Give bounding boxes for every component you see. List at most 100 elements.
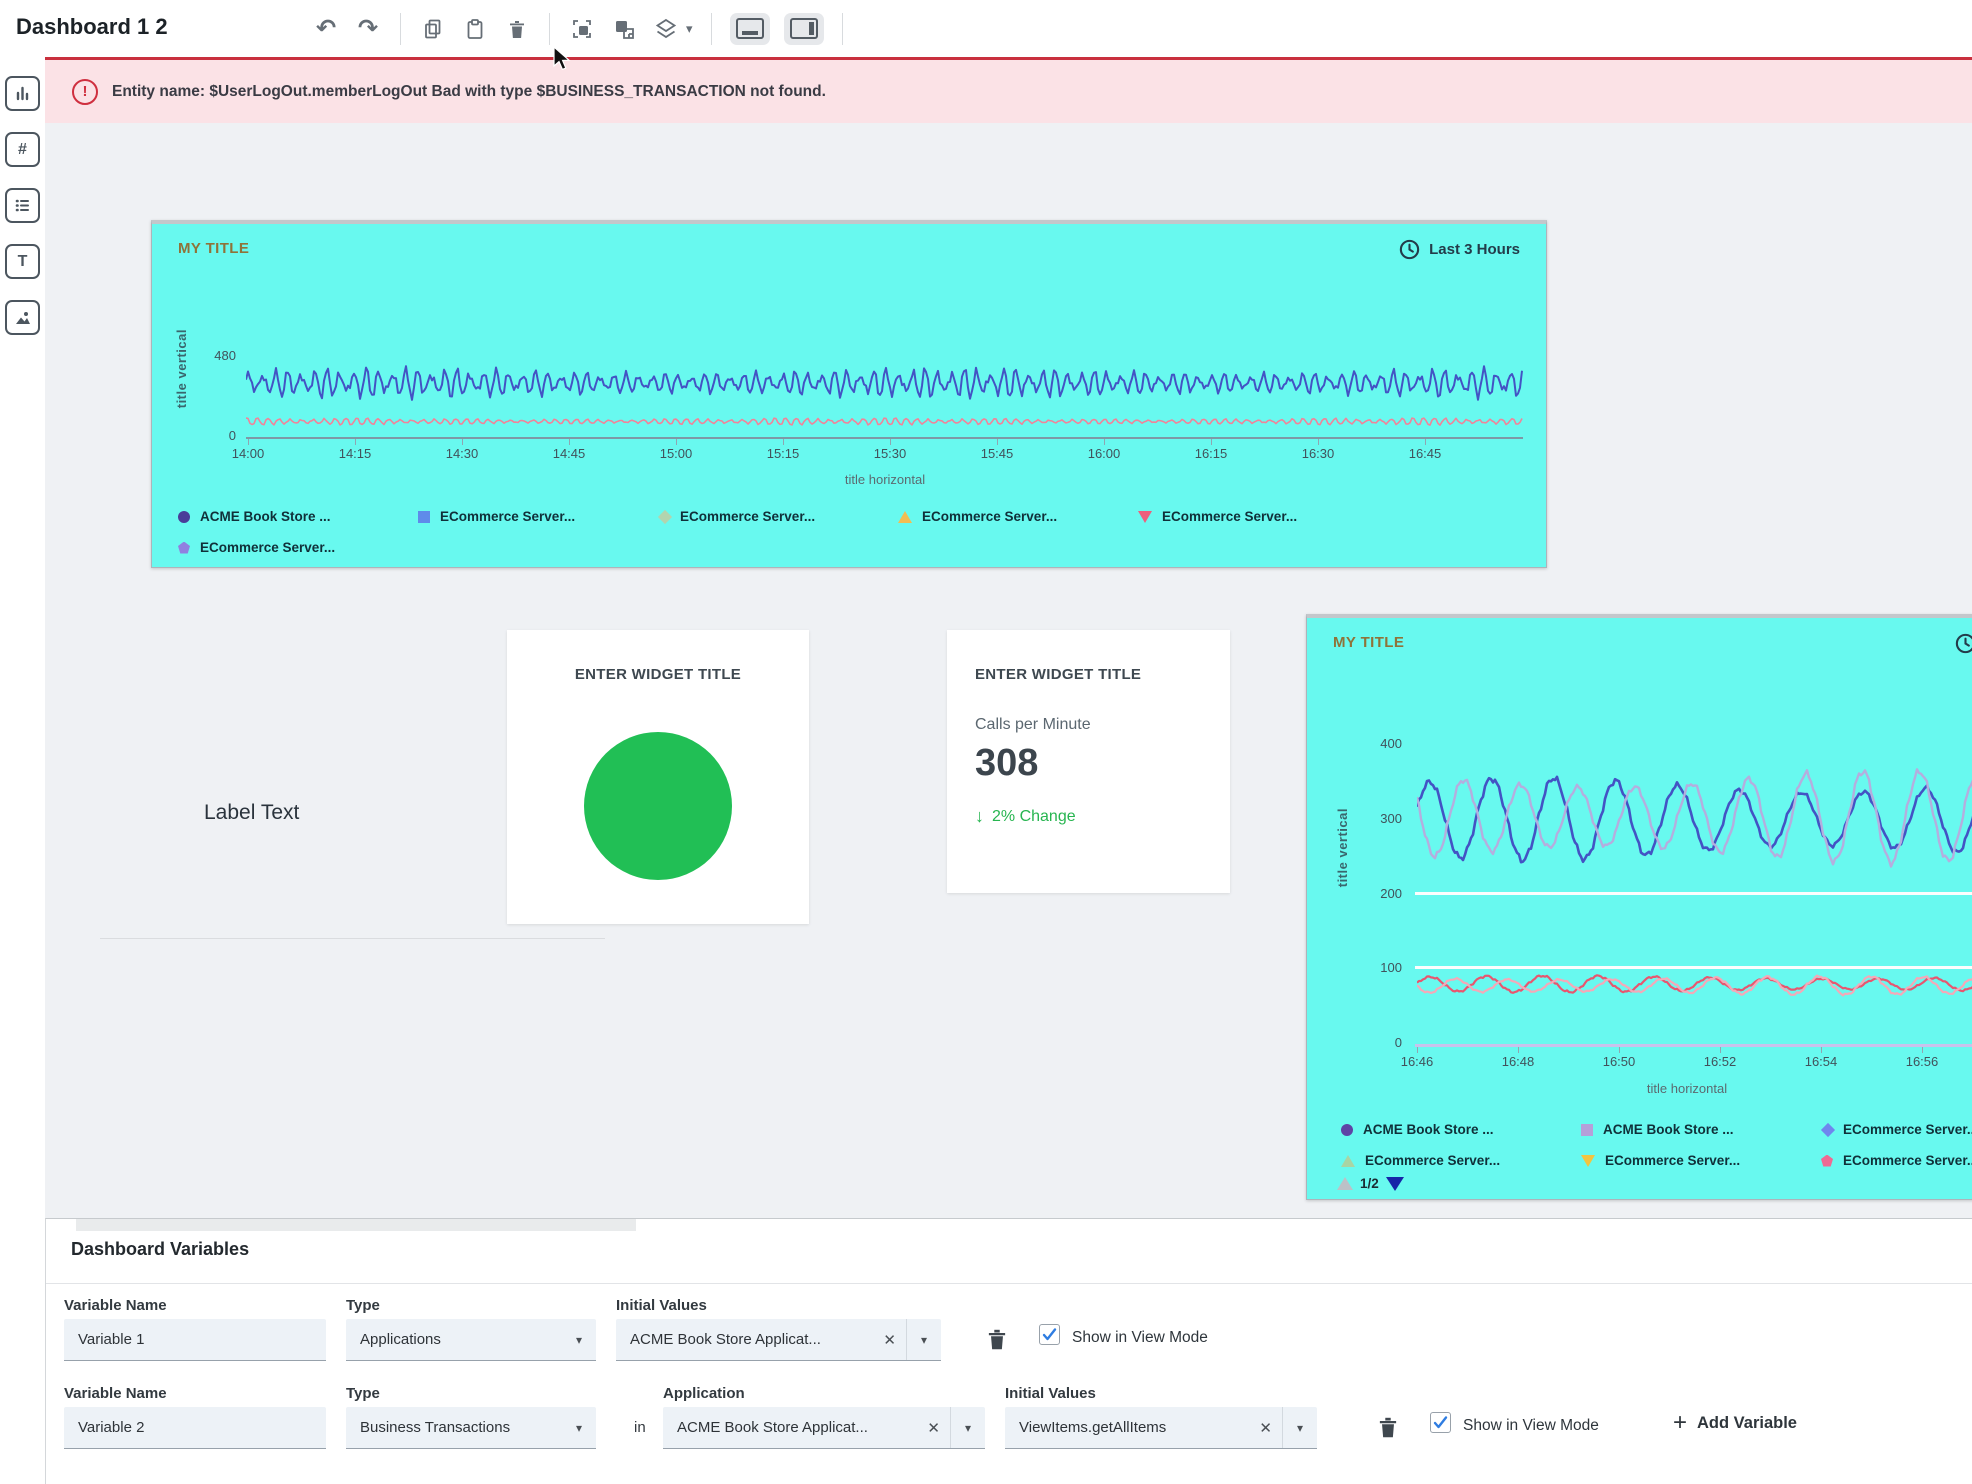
- widget-title-placeholder: ENTER WIDGET TITLE: [507, 666, 809, 683]
- legend-item: ACME Book Store ...: [1341, 1122, 1581, 1137]
- type-select[interactable]: Applications ▾: [346, 1319, 596, 1361]
- legend-label: ECommerce Server...: [1843, 1122, 1972, 1137]
- chevron-down-icon[interactable]: ▾: [562, 1421, 596, 1435]
- y-tick-label: 400: [1362, 736, 1402, 751]
- pentagon-marker-icon: [1821, 1155, 1833, 1167]
- clock-icon[interactable]: [1954, 632, 1972, 660]
- chevron-down-icon[interactable]: ▾: [562, 1333, 596, 1347]
- legend-label: ECommerce Server...: [1843, 1153, 1972, 1168]
- initial-values-label: Initial Values: [616, 1297, 707, 1314]
- paste-icon[interactable]: [461, 15, 489, 43]
- toggle-right-panel-button[interactable]: [784, 13, 824, 45]
- show-in-view-mode-checkbox[interactable]: [1430, 1412, 1451, 1433]
- bring-to-front-icon[interactable]: [568, 15, 596, 43]
- legend-item: ECommerce Server...: [1138, 509, 1378, 524]
- x-tick-label: 16:15: [1195, 446, 1228, 461]
- triangle-marker-icon: [1341, 1155, 1355, 1167]
- add-variable-label: Add Variable: [1697, 1414, 1797, 1433]
- toolbar-icons: ↶ ↷ ▾: [312, 0, 847, 57]
- x-tick-label: 14:15: [339, 446, 372, 461]
- legend-item: ECommerce Server...: [898, 509, 1138, 524]
- time-range-label: Last 3 Hours: [1429, 241, 1520, 258]
- x-tick-label: 16:50: [1603, 1054, 1636, 1069]
- variable-name-value: Variable 2: [64, 1419, 326, 1436]
- initial-values-value: ACME Book Store Applicat...: [616, 1331, 873, 1348]
- list-widget-icon[interactable]: [5, 188, 40, 223]
- image-widget-icon[interactable]: [5, 300, 40, 335]
- copy-icon[interactable]: [419, 15, 447, 43]
- initial-values-combo[interactable]: ViewItems.getAllItems ✕ ▾: [1005, 1407, 1317, 1449]
- type-label: Type: [346, 1297, 380, 1314]
- redo-icon[interactable]: ↷: [354, 15, 382, 43]
- legend-item: ECommerce Server...: [658, 509, 898, 524]
- chart-widget-icon[interactable]: [5, 76, 40, 111]
- x-tick-mark: [1318, 439, 1319, 445]
- show-in-view-mode-label: Show in View Mode: [1463, 1417, 1599, 1435]
- time-range[interactable]: Last 3 Hours: [1398, 238, 1520, 261]
- x-axis-title: title horizontal: [845, 472, 925, 487]
- x-axis-title: title horizontal: [1647, 1081, 1727, 1096]
- x-tick-label: 16:52: [1704, 1054, 1737, 1069]
- dashboard-canvas: MY TITLE Last 3 Hours title vertical 480…: [45, 123, 1972, 1218]
- pager-label: 1/2: [1360, 1176, 1379, 1191]
- text-widget-icon[interactable]: T: [5, 244, 40, 279]
- bottom-panel-icon: [736, 18, 764, 39]
- delete-variable-icon[interactable]: [1375, 1413, 1401, 1443]
- toolbar-separator: [711, 13, 712, 45]
- y-axis-title: title vertical: [1335, 808, 1350, 887]
- x-tick-mark: [1720, 1047, 1721, 1053]
- triangle-marker-icon: [898, 511, 912, 523]
- panel-resize-handle[interactable]: [76, 1219, 636, 1231]
- x-tick-mark: [1417, 1047, 1418, 1053]
- number-widget-icon[interactable]: #: [5, 132, 40, 167]
- delete-icon[interactable]: [503, 15, 531, 43]
- variable-name-input[interactable]: Variable 2: [64, 1407, 326, 1449]
- timeseries-widget-main[interactable]: MY TITLE Last 3 Hours title vertical 480…: [151, 220, 1547, 568]
- widget-outline-remnant: [100, 938, 605, 939]
- toolbar: Dashboard 1 2 ↶ ↷ ▾: [0, 0, 1972, 57]
- change-label: 2% Change: [992, 808, 1076, 826]
- chart-legend: ACME Book Store ...ECommerce Server...EC…: [178, 501, 1378, 563]
- send-to-back-icon[interactable]: [610, 15, 638, 43]
- line-chart: [1417, 708, 1972, 1048]
- x-tick-label: 14:00: [232, 446, 265, 461]
- layers-dropdown-caret[interactable]: ▾: [686, 21, 693, 37]
- timeseries-widget-right[interactable]: MY TITLE title vertical 400 300 200 100 …: [1306, 614, 1972, 1200]
- legend-label: ECommerce Server...: [922, 509, 1057, 524]
- pie-widget[interactable]: ENTER WIDGET TITLE: [507, 630, 809, 924]
- chevron-down-icon[interactable]: ▾: [951, 1421, 985, 1435]
- layers-icon[interactable]: [652, 15, 680, 43]
- show-in-view-mode-checkbox[interactable]: [1039, 1324, 1060, 1345]
- y-tick-label: 300: [1362, 811, 1402, 826]
- initial-values-label: Initial Values: [1005, 1385, 1096, 1402]
- application-combo[interactable]: ACME Book Store Applicat... ✕ ▾: [663, 1407, 985, 1449]
- series-line: [246, 366, 1522, 400]
- initial-values-combo[interactable]: ACME Book Store Applicat... ✕ ▾: [616, 1319, 941, 1361]
- clear-icon[interactable]: ✕: [917, 1419, 950, 1437]
- legend-item: ECommerce Server...: [1821, 1153, 1972, 1168]
- legend-label: ECommerce Server...: [1365, 1153, 1500, 1168]
- clear-icon[interactable]: ✕: [1249, 1419, 1282, 1437]
- undo-icon[interactable]: ↶: [312, 15, 340, 43]
- toggle-bottom-panel-button[interactable]: [730, 13, 770, 45]
- type-select[interactable]: Business Transactions ▾: [346, 1407, 596, 1449]
- clear-icon[interactable]: ✕: [873, 1331, 906, 1349]
- x-tick-label: 15:00: [660, 446, 693, 461]
- x-tick-mark: [248, 439, 249, 445]
- y-tick-label: 200: [1362, 886, 1402, 901]
- application-value: ACME Book Store Applicat...: [663, 1419, 917, 1436]
- chevron-down-icon[interactable]: ▾: [907, 1333, 941, 1347]
- chevron-down-icon[interactable]: ▾: [1283, 1421, 1317, 1435]
- x-tick-label: 16:54: [1805, 1054, 1838, 1069]
- x-tick-mark: [1518, 1047, 1519, 1053]
- add-variable-button[interactable]: + Add Variable: [1673, 1411, 1797, 1435]
- y-tick-label: 0: [1362, 1035, 1402, 1050]
- delete-variable-icon[interactable]: [984, 1325, 1010, 1355]
- x-tick-mark: [1922, 1047, 1923, 1053]
- metric-widget[interactable]: ENTER WIDGET TITLE Calls per Minute 308 …: [947, 630, 1230, 893]
- variable-name-input[interactable]: Variable 1: [64, 1319, 326, 1361]
- pager-down-icon[interactable]: [1386, 1177, 1404, 1191]
- x-tick-mark: [890, 439, 891, 445]
- pager-up-icon[interactable]: [1337, 1177, 1353, 1190]
- label-widget[interactable]: Label Text: [204, 801, 299, 825]
